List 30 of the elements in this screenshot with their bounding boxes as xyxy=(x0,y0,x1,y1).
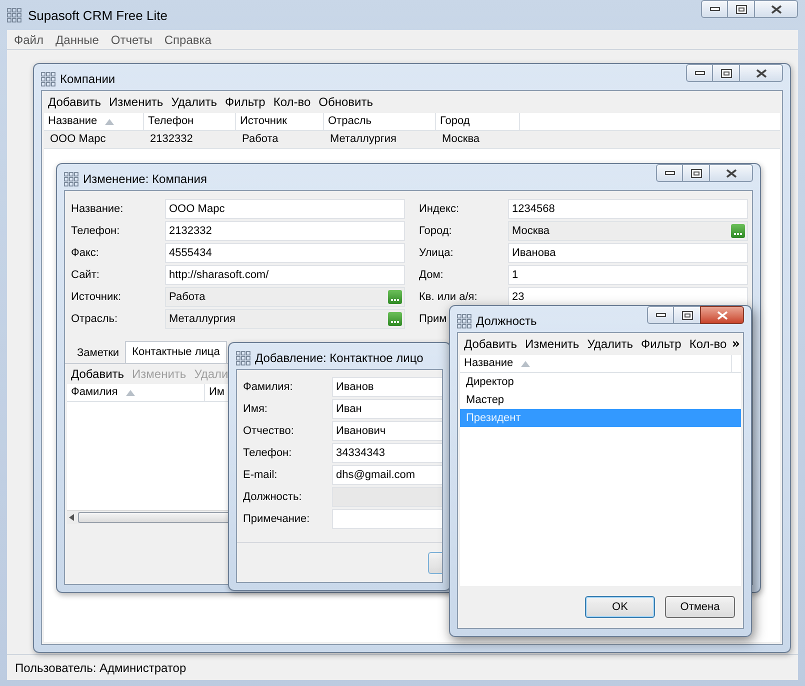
field-label: Сайт: xyxy=(71,268,100,283)
field-label: Должность: xyxy=(243,490,303,505)
table-cell-text: ООО Марс xyxy=(49,132,107,148)
field-label: Город: xyxy=(419,224,453,239)
field-label: Отрасль: xyxy=(71,312,119,327)
field-label: Примечание: xyxy=(243,512,311,527)
field-label: Прим xyxy=(419,312,447,327)
field-label: Отчество: xyxy=(243,424,295,439)
field-label: Индекс: xyxy=(419,202,460,217)
field-label: Имя: xyxy=(243,402,268,417)
field-label: Телефон: xyxy=(243,446,293,461)
field-label: Дом: xyxy=(419,268,444,283)
field-label: Факс: xyxy=(71,246,100,261)
window-title: Компании xyxy=(60,71,116,88)
table-cell-text: Работа xyxy=(241,132,280,148)
window-title: Добавление: Контактное лицо xyxy=(255,350,424,367)
window-title: Supasoft CRM Free Lite xyxy=(28,7,168,25)
window-title: Изменение: Компания xyxy=(83,171,207,188)
field-label: Источник: xyxy=(71,290,122,305)
status-text: Пользователь: Администратор xyxy=(15,660,186,676)
table-cell-text: Металлургия xyxy=(329,132,398,148)
window-title: Должность xyxy=(476,313,537,330)
field-label: Кв. или а/я: xyxy=(419,290,478,305)
field-label: E-mail: xyxy=(243,468,278,483)
table-cell-text: 2132332 xyxy=(149,132,194,148)
field-label: Телефон: xyxy=(71,224,121,239)
field-label: Название: xyxy=(71,202,124,217)
table-cell-text: Москва xyxy=(441,132,481,148)
field-label: Фамилия: xyxy=(243,380,294,395)
field-label: Улица: xyxy=(419,246,454,261)
